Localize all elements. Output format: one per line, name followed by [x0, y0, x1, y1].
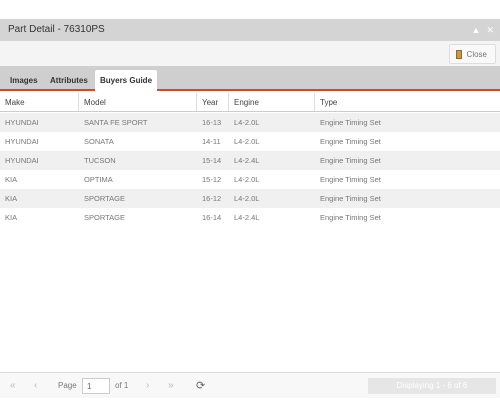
close-x-icon[interactable]: ✕	[486, 25, 494, 36]
tab-attributes[interactable]: Attributes	[50, 70, 88, 91]
previous-page-icon[interactable]: ‹	[34, 373, 37, 399]
cell-make: KIA	[5, 175, 18, 184]
column-header-model[interactable]: Model	[78, 93, 196, 111]
cell-type: Engine Timing Set	[320, 118, 381, 127]
cell-engine: L4-2.0L	[234, 137, 260, 146]
cell-model: TUCSON	[84, 156, 116, 165]
table-row[interactable]: HYUNDAI SANTA FE SPORT 16-13 L4-2.0L Engine …	[0, 113, 500, 132]
cell-year: 16-13	[202, 118, 222, 127]
caret-up-icon[interactable]: ▲	[472, 25, 481, 35]
pagination-toolbar: « ‹ Page of 1 › » ⟳ Displaying 1 - 6 of …	[0, 372, 500, 398]
displaying-status: Displaying 1 - 6 of 6	[368, 378, 496, 394]
cell-year: 16-14	[202, 213, 222, 222]
cell-type: Engine Timing Set	[320, 175, 381, 184]
cell-year: 15-12	[202, 175, 222, 184]
cell-make: HYUNDAI	[5, 156, 39, 165]
column-header-make[interactable]: Make	[5, 93, 25, 111]
cell-engine: L4-2.4L	[234, 156, 260, 165]
cell-make: HYUNDAI	[5, 137, 39, 146]
cell-type: Engine Timing Set	[320, 213, 381, 222]
cell-type: Engine Timing Set	[320, 137, 381, 146]
last-page-icon[interactable]: »	[168, 373, 174, 399]
column-header-engine[interactable]: Engine	[228, 93, 314, 111]
window-toolbar: Close	[0, 41, 500, 66]
next-page-icon[interactable]: ›	[146, 373, 149, 399]
refresh-icon[interactable]: ⟳	[196, 373, 205, 399]
cell-engine: L4-2.4L	[234, 213, 260, 222]
cell-make: KIA	[5, 213, 18, 222]
door-icon	[455, 49, 462, 59]
cell-year: 14-11	[202, 137, 221, 146]
grid-header: Make Model Year Engine Type	[0, 93, 500, 112]
cell-model: OPTIMA	[84, 175, 113, 184]
cell-model: SPORTAGE	[84, 194, 125, 203]
window-title: Part Detail - 76310PS	[8, 24, 105, 35]
cell-year: 16-12	[202, 194, 222, 203]
tab-images[interactable]: Images	[10, 70, 38, 91]
table-row[interactable]: KIA SPORTAGE 16-12 L4-2.0L Engine Timing Set	[0, 189, 500, 208]
cell-year: 15-14	[202, 156, 222, 165]
cell-engine: L4-2.0L	[234, 118, 260, 127]
column-header-year[interactable]: Year	[196, 93, 228, 111]
table-row[interactable]: KIA SPORTAGE 16-14 L4-2.4L Engine Timing Set	[0, 208, 500, 227]
cell-engine: L4-2.0L	[234, 175, 260, 184]
close-button-label: Close	[466, 49, 487, 59]
page-label: Page	[58, 381, 77, 390]
table-row[interactable]: HYUNDAI TUCSON 15-14 L4-2.4L Engine Timing S…	[0, 151, 500, 170]
page-count-label: of 1	[115, 381, 129, 390]
first-page-icon[interactable]: «	[10, 373, 16, 399]
cell-type: Engine Timing Set	[320, 194, 381, 203]
column-header-type[interactable]: Type	[314, 93, 500, 111]
tab-bar: Images Attributes Buyers Guide	[0, 66, 500, 91]
table-row[interactable]: KIA OPTIMA 15-12 L4-2.0L Engine Timing Set	[0, 170, 500, 189]
cell-model: SPORTAGE	[84, 213, 125, 222]
cell-model: SANTA FE SPORT	[84, 118, 148, 127]
cell-make: KIA	[5, 194, 18, 203]
close-button[interactable]: Close	[448, 44, 496, 64]
cell-type: Engine Timing Set	[320, 156, 381, 165]
cell-engine: L4-2.0L	[234, 194, 260, 203]
window-titlebar: Part Detail - 76310PS ▲ ✕	[0, 19, 500, 41]
cell-make: HYUNDAI	[5, 118, 39, 127]
page-number-input[interactable]	[82, 378, 110, 394]
table-row[interactable]: HYUNDAI SONATA 14-11 L4-2.0L Engine Timing S…	[0, 132, 500, 151]
cell-model: SONATA	[84, 137, 114, 146]
tab-buyers-guide[interactable]: Buyers Guide	[95, 70, 158, 91]
